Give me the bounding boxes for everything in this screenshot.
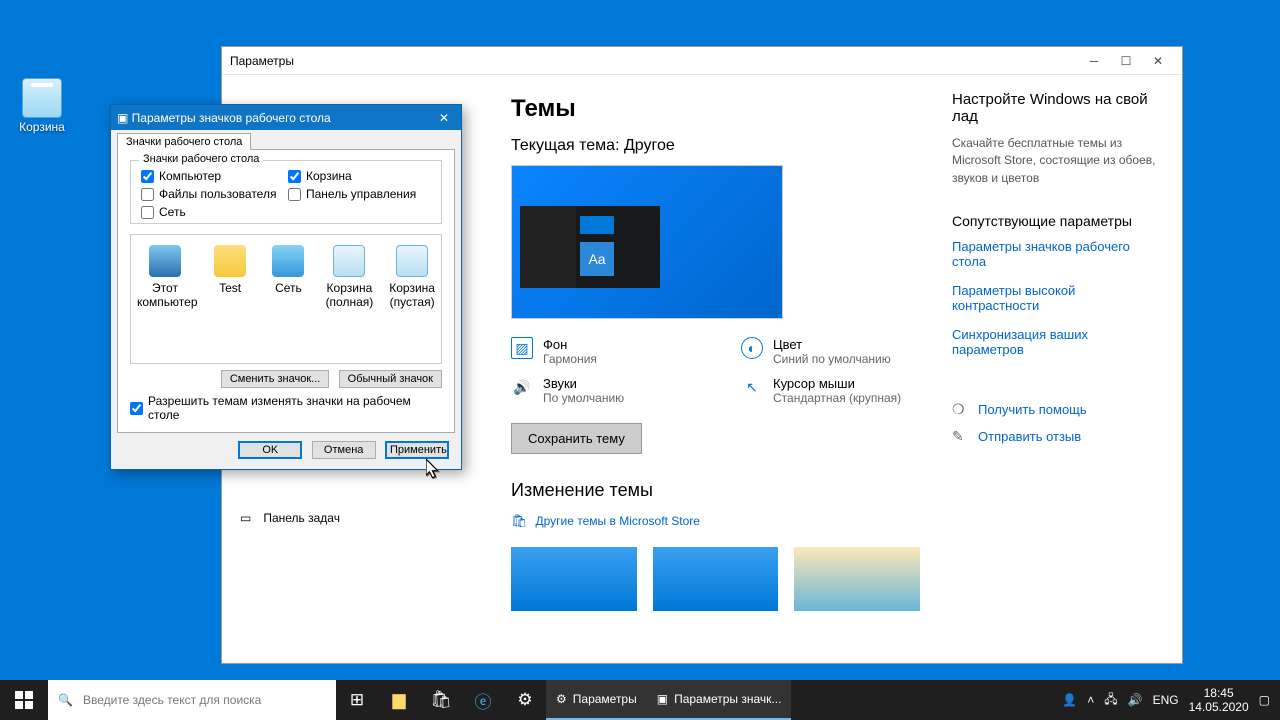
prop-background[interactable]: ▨ ФонГармония [511,337,701,366]
help-icon: ❍ [952,401,968,418]
recycle-bin-icon [22,78,62,118]
theme-thumb[interactable] [794,547,920,611]
icon-item-bin-full[interactable]: Корзина (полная) [326,245,374,353]
taskbar-task-settings[interactable]: ⚙Параметры [546,680,647,720]
theme-thumb[interactable] [653,547,779,611]
checkbox-control-panel[interactable]: Панель управления [288,187,431,201]
search-box[interactable]: 🔍 Введите здесь текст для поиска [48,680,336,720]
minimize-button[interactable]: ─ [1078,47,1110,75]
prop-sounds[interactable]: 🔊 ЗвукиПо умолчанию [511,376,701,405]
dialog-title: Параметры значков рабочего стола [132,111,331,125]
search-placeholder: Введите здесь текст для поиска [83,693,261,707]
checkbox-computer[interactable]: Компьютер [141,169,284,183]
settings-button[interactable]: ⚙ [504,680,546,720]
taskbar-task-dialog[interactable]: ▣Параметры значк... [647,680,792,720]
icon-item-network[interactable]: Сеть [267,245,309,353]
checkbox-network[interactable]: Сеть [141,205,284,219]
page-title: Темы [511,95,920,123]
related-heading: Сопутствующие параметры [952,213,1158,229]
app-icon: ▣ [657,692,668,706]
get-help-link[interactable]: ❍Получить помощь [952,401,1158,418]
tray-people-icon[interactable]: 👤 [1062,693,1077,707]
clock[interactable]: 18:45 14.05.2020 [1189,686,1249,715]
settings-right-panel: Настройте Windows на свой лад Скачайте б… [952,75,1182,663]
dialog-footer: OK Отмена Применить [111,435,461,469]
apply-button[interactable]: Применить [385,441,449,459]
tray-volume-icon[interactable]: 🔊 [1128,693,1143,707]
dialog-close-button[interactable]: ✕ [433,109,455,127]
change-icon-button[interactable]: Сменить значок... [221,370,330,388]
sidebar-item-label: Панель задач [263,511,340,525]
palette-icon: ◐ [741,337,763,359]
link-desktop-icons[interactable]: Параметры значков рабочего стола [952,239,1158,269]
prop-cursor[interactable]: ↖ Курсор мышиСтандартная (крупная) [741,376,931,405]
desktop-recycle-bin[interactable]: Корзина [10,78,74,134]
sidebar-item-taskbar[interactable]: ▭ Панель задач [222,501,497,535]
tray-language[interactable]: ENG [1153,693,1179,707]
settings-title: Параметры [230,54,294,68]
group-legend: Значки рабочего стола [139,153,263,165]
close-button[interactable]: ✕ [1142,47,1174,75]
icon-preview-list[interactable]: Этот компьютер Test Сеть Корзина (полная… [130,234,442,364]
settings-content: Темы Текущая тема: Другое Aa ▨ ФонГармон… [497,75,952,663]
system-tray: 👤 ˄ 🖧 🔊 ENG 18:45 14.05.2020 ▢ [1052,680,1280,720]
ok-button[interactable]: OK [238,441,302,459]
cancel-button[interactable]: Отмена [312,441,376,459]
taskbar-icon: ▭ [240,511,251,525]
microsoft-store-link[interactable]: Другие темы в Microsoft Store [511,513,920,529]
checkbox-recycle-bin[interactable]: Корзина [288,169,431,183]
icon-item-user[interactable]: Test [209,245,251,353]
desktop-icons-group: Значки рабочего стола Компьютер Корзина … [130,160,442,224]
dialog-titlebar[interactable]: ▣ Параметры значков рабочего стола ✕ [111,105,461,130]
file-explorer-button[interactable]: ▆ [378,680,420,720]
network-icon [272,245,304,277]
feedback-link[interactable]: ✎Отправить отзыв [952,428,1158,445]
theme-preview[interactable]: Aa [511,165,783,319]
sound-icon: 🔊 [511,376,533,398]
recycle-full-icon [333,245,365,277]
checkbox-user-files[interactable]: Файлы пользователя [141,187,284,201]
edge-button[interactable]: ⓔ [462,680,504,720]
prop-color[interactable]: ◐ ЦветСиний по умолчанию [741,337,931,366]
recycle-empty-icon [396,245,428,277]
feedback-icon: ✎ [952,428,968,445]
store-button[interactable]: 🛍 [420,680,462,720]
link-sync[interactable]: Синхронизация ваших параметров [952,327,1158,357]
icon-item-bin-empty[interactable]: Корзина (пустая) [389,245,435,353]
desktop-icon-settings-dialog: ▣ Параметры значков рабочего стола ✕ Зна… [110,104,462,470]
gear-icon: ⚙ [556,692,567,706]
theme-thumb[interactable] [511,547,637,611]
task-view-button[interactable]: ⊞ [336,680,378,720]
start-button[interactable] [0,680,48,720]
action-center-button[interactable]: ▢ [1259,693,1270,707]
preview-tile: Aa [580,242,614,276]
change-theme-title: Изменение темы [511,480,920,501]
customize-text: Скачайте бесплатные темы из Microsoft St… [952,135,1158,187]
cursor-icon: ↖ [741,376,763,398]
current-theme-label: Текущая тема: Другое [511,137,920,155]
tray-up-icon[interactable]: ˄ [1087,693,1094,707]
taskbar: 🔍 Введите здесь текст для поиска ⊞ ▆ 🛍 ⓔ… [0,680,1280,720]
theme-thumbnails [511,547,920,611]
link-high-contrast[interactable]: Параметры высокой контрастности [952,283,1158,313]
tray-network-icon[interactable]: 🖧 [1104,690,1117,711]
window-controls: ─ ☐ ✕ [1078,47,1174,75]
search-icon: 🔍 [58,693,73,707]
customize-heading: Настройте Windows на свой лад [952,91,1158,125]
maximize-button[interactable]: ☐ [1110,47,1142,75]
save-theme-button[interactable]: Сохранить тему [511,423,642,454]
image-icon: ▨ [511,337,533,359]
allow-themes-checkbox[interactable]: Разрешить темам изменять значки на рабоч… [130,394,442,422]
settings-titlebar[interactable]: Параметры ─ ☐ ✕ [222,47,1182,75]
dialog-app-icon: ▣ [117,111,132,125]
user-folder-icon [214,245,246,277]
recycle-bin-label: Корзина [19,120,65,134]
restore-default-button[interactable]: Обычный значок [339,370,442,388]
dialog-tab[interactable]: Значки рабочего стола [117,133,251,150]
pc-icon [149,245,181,277]
icon-item-this-pc[interactable]: Этот компьютер [137,245,193,353]
